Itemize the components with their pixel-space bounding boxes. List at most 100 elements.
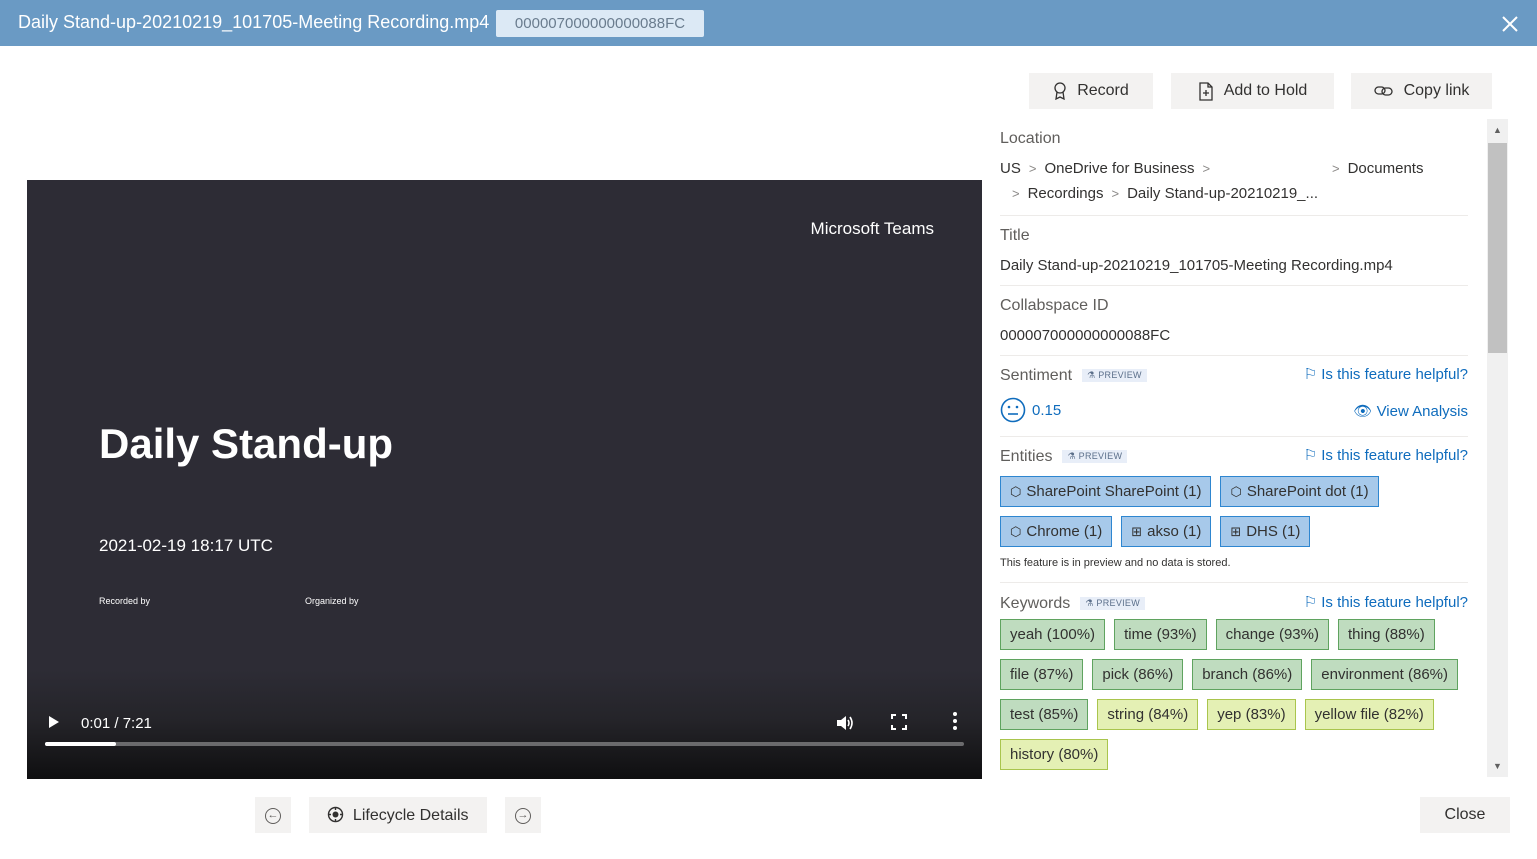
org-chart-icon: ⊞ xyxy=(1230,524,1242,539)
lifecycle-details-label: Lifecycle Details xyxy=(352,806,469,824)
scrollbar-thumb[interactable] xyxy=(1488,143,1507,353)
keyword-tag[interactable]: thing (88%) xyxy=(1338,619,1435,650)
cube-icon: ⬡ xyxy=(1010,524,1022,539)
sentiment-heading: Sentiment ⚗ PREVIEW xyxy=(1000,367,1147,385)
preview-badge: ⚗ PREVIEW xyxy=(1062,450,1128,464)
breadcrumb-item[interactable]: OneDrive for Business xyxy=(1044,160,1194,177)
chevron-right-icon: > xyxy=(1028,161,1037,176)
flask-icon: ⚗ xyxy=(1067,451,1079,462)
breadcrumb: > Recordings > Daily Stand-up-20210219_... xyxy=(1004,181,1318,206)
preview-badge: ⚗ PREVIEW xyxy=(1080,597,1146,611)
volume-icon[interactable] xyxy=(835,714,855,737)
add-to-hold-button[interactable]: Add to Hold xyxy=(1171,73,1334,109)
preview-note: This feature is in preview and no data i… xyxy=(1000,557,1231,569)
entities-section: Entities ⚗ PREVIEW ⚐ Is this feature help… xyxy=(1000,437,1468,583)
entity-tag-label: Chrome (1) xyxy=(1026,523,1103,540)
keyword-tag[interactable]: change (93%) xyxy=(1215,619,1329,650)
title-label: Title xyxy=(1000,227,1030,244)
panel-scrollbar[interactable]: ▲ ▼ xyxy=(1487,119,1508,777)
ribbon-icon xyxy=(1054,82,1066,100)
title-section: Title Daily Stand-up-20210219_101705-Mee… xyxy=(1000,216,1468,286)
feedback-link[interactable]: ⚐ Is this feature helpful? xyxy=(1304,593,1468,611)
feedback-icon: ⚐ xyxy=(1303,366,1322,383)
sentiment-score: 0.15 xyxy=(1000,397,1061,423)
eye-icon: 👁 xyxy=(1353,403,1377,420)
entity-tag-label: SharePoint SharePoint (1) xyxy=(1026,483,1202,500)
keyword-tag[interactable]: history (80%) xyxy=(1000,739,1109,770)
org-chart-icon: ⊞ xyxy=(1131,524,1143,539)
entity-tag-label: SharePoint dot (1) xyxy=(1246,483,1369,500)
lifecycle-icon xyxy=(328,806,344,822)
keyword-tag[interactable]: branch (86%) xyxy=(1192,659,1303,690)
chevron-right-icon: > xyxy=(1332,161,1340,176)
breadcrumb-item[interactable]: US xyxy=(1000,160,1021,177)
keyword-tag[interactable]: time (93%) xyxy=(1114,619,1207,650)
keyword-tag[interactable]: environment (86%) xyxy=(1311,659,1458,690)
link-icon xyxy=(1373,86,1393,96)
dialog-header: Daily Stand-up-20210219_101705-Meeting R… xyxy=(0,0,1537,46)
collabspace-section: Collabspace ID 000007000000000088FC xyxy=(1000,286,1468,356)
id-badge: 000007000000000088FC xyxy=(496,10,704,37)
entity-tag[interactable]: ⊞ DHS (1) xyxy=(1220,516,1311,547)
sentiment-section: Sentiment ⚗ PREVIEW ⚐ Is this feature hel… xyxy=(1000,356,1468,437)
copy-link-button[interactable]: Copy link xyxy=(1351,73,1492,109)
close-button[interactable]: Close xyxy=(1420,797,1510,833)
preview-badge: ⚗ PREVIEW xyxy=(1082,369,1147,383)
keyword-tag[interactable]: yep (83%) xyxy=(1207,699,1296,730)
video-brand-text: Microsoft Teams xyxy=(810,219,934,238)
entity-tag[interactable]: ⬡ SharePoint SharePoint (1) xyxy=(1000,476,1212,507)
collabspace-label: Collabspace ID xyxy=(1000,297,1109,314)
record-button[interactable]: Record xyxy=(1029,73,1153,109)
entity-tag-list: ⬡ SharePoint SharePoint (1) ⬡ SharePoint do… xyxy=(1000,476,1468,556)
chevron-right-icon: > xyxy=(1202,161,1211,176)
lifecycle-details-button[interactable]: Lifecycle Details xyxy=(309,797,487,833)
keywords-heading: Keywords ⚗ PREVIEW xyxy=(1000,595,1146,613)
video-slide-title: Daily Stand-up xyxy=(99,420,394,467)
title-value: Daily Stand-up-20210219_101705-Meeting R… xyxy=(1000,257,1393,274)
video-player[interactable]: Microsoft Teams Daily Stand-up 2021-02-1… xyxy=(27,180,982,779)
breadcrumb-item[interactable]: Recordings xyxy=(1028,185,1104,202)
cube-icon: ⬡ xyxy=(1230,484,1242,499)
keyword-tag[interactable]: yellow file (82%) xyxy=(1304,699,1434,730)
breadcrumb-item[interactable]: Documents xyxy=(1348,160,1424,177)
entity-tag[interactable]: ⬡ Chrome (1) xyxy=(1000,516,1113,547)
breadcrumb-item[interactable]: Daily Stand-up-20210219_... xyxy=(1127,185,1318,202)
document-add-icon xyxy=(1199,81,1213,101)
location-section: Location US > OneDrive for Business > > Docu… xyxy=(1000,120,1468,216)
arrow-left-icon: ← xyxy=(265,808,281,824)
scroll-down-icon[interactable]: ▼ xyxy=(1487,755,1508,777)
entity-tag-label: akso (1) xyxy=(1147,523,1202,540)
entities-heading: Entities ⚗ PREVIEW xyxy=(1000,448,1128,466)
collabspace-value: 000007000000000088FC xyxy=(1000,327,1171,344)
feedback-link[interactable]: ⚐ Is this feature helpful? xyxy=(1304,365,1468,383)
chevron-right-icon: > xyxy=(1111,186,1120,201)
view-analysis-link[interactable]: 👁 View Analysis xyxy=(1353,402,1468,420)
play-icon[interactable] xyxy=(47,714,63,734)
fullscreen-icon[interactable] xyxy=(891,714,911,734)
keyword-tag[interactable]: pick (86%) xyxy=(1092,659,1184,690)
keywords-label: Keywords xyxy=(1000,595,1071,612)
video-progress-bar[interactable] xyxy=(45,742,964,746)
breadcrumb: > Documents xyxy=(1324,156,1423,181)
previous-item-button[interactable]: ← xyxy=(255,797,291,833)
entity-tag[interactable]: ⊞ akso (1) xyxy=(1121,516,1212,547)
dialog-title: Daily Stand-up-20210219_101705-Meeting R… xyxy=(18,12,490,32)
keyword-tag[interactable]: string (84%) xyxy=(1097,699,1199,730)
flask-icon: ⚗ xyxy=(1087,370,1099,381)
entities-label: Entities xyxy=(1000,448,1053,465)
keyword-tag[interactable]: yeah (100%) xyxy=(1000,619,1106,650)
more-options-icon[interactable] xyxy=(947,712,963,735)
add-to-hold-label: Add to Hold xyxy=(1223,82,1308,99)
close-icon[interactable] xyxy=(1496,10,1524,38)
flask-icon: ⚗ xyxy=(1085,598,1097,609)
feedback-icon: ⚐ xyxy=(1303,594,1322,611)
feedback-link[interactable]: ⚐ Is this feature helpful? xyxy=(1304,446,1468,464)
arrow-right-icon: → xyxy=(515,808,531,824)
scroll-up-icon[interactable]: ▲ xyxy=(1487,119,1508,141)
next-item-button[interactable]: → xyxy=(505,797,541,833)
keyword-tag[interactable]: file (87%) xyxy=(1000,659,1084,690)
entity-tag[interactable]: ⬡ SharePoint dot (1) xyxy=(1220,476,1379,507)
keywords-section: Keywords ⚗ PREVIEW ⚐ Is this feature help… xyxy=(1000,583,1468,776)
keyword-tag[interactable]: test (85%) xyxy=(1000,699,1089,730)
video-organized-by: Organized by xyxy=(305,596,359,606)
